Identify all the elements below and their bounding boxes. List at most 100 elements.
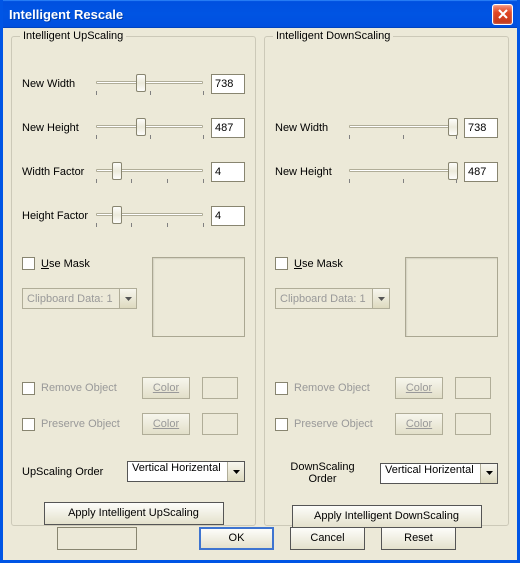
- apply-downscaling-button[interactable]: Apply Intelligent DownScaling: [292, 505, 482, 528]
- down-remove-color-button[interactable]: Color: [395, 377, 443, 399]
- upscaling-group: Intelligent UpScaling New Width New Heig…: [11, 36, 256, 526]
- titlebar: Intelligent Rescale: [3, 0, 517, 28]
- checkbox-icon[interactable]: [22, 257, 35, 270]
- down-new-height-label: New Height: [275, 166, 347, 178]
- up-order-label: UpScaling Order: [22, 466, 117, 478]
- combo-dropdown-button[interactable]: [480, 464, 497, 483]
- up-new-height-row: New Height: [22, 117, 245, 139]
- down-order-label: DownScalingOrder: [275, 461, 370, 485]
- slider-thumb[interactable]: [112, 162, 122, 180]
- up-new-width-slider[interactable]: [96, 73, 203, 95]
- down-remove-object-row: Remove Object Color: [275, 377, 498, 399]
- down-new-height-row: New Height: [275, 161, 498, 183]
- down-preserve-color-button[interactable]: Color: [395, 413, 443, 435]
- upscaling-legend: Intelligent UpScaling: [20, 30, 126, 42]
- panels: Intelligent UpScaling New Width New Heig…: [11, 36, 509, 526]
- up-preserve-object-check[interactable]: Preserve Object: [22, 418, 130, 431]
- checkbox-icon[interactable]: [22, 418, 35, 431]
- combo-dropdown-button[interactable]: [372, 289, 389, 308]
- up-new-width-label: New Width: [22, 78, 94, 90]
- up-height-factor-field[interactable]: [211, 206, 245, 226]
- up-new-width-row: New Width: [22, 73, 245, 95]
- up-order-value: Vertical Horizental: [128, 462, 227, 481]
- checkbox-icon[interactable]: [275, 418, 288, 431]
- down-remove-object-check[interactable]: Remove Object: [275, 382, 383, 395]
- up-mask-row: UUse Maskse Mask Clipboard Data: 1: [22, 257, 245, 337]
- reset-button[interactable]: Reset: [381, 527, 456, 550]
- up-preserve-object-row: Preserve Object Color: [22, 413, 245, 435]
- close-icon: [498, 9, 508, 19]
- down-new-width-label: New Width: [275, 122, 347, 134]
- down-preserve-object-row: Preserve Object Color: [275, 413, 498, 435]
- down-new-width-row: New Width: [275, 117, 498, 139]
- up-mask-preview: [152, 257, 245, 337]
- down-new-width-field[interactable]: [464, 118, 498, 138]
- dialog-body: Intelligent UpScaling New Width New Heig…: [3, 28, 517, 560]
- down-preserve-object-label: Preserve Object: [294, 418, 373, 430]
- up-remove-object-label: Remove Object: [41, 382, 117, 394]
- down-order-row: DownScalingOrder Vertical Horizental: [275, 461, 498, 485]
- apply-upscaling-button[interactable]: Apply Intelligent UpScaling: [44, 502, 224, 525]
- up-height-factor-slider[interactable]: [96, 205, 203, 227]
- chevron-down-icon: [378, 297, 385, 301]
- up-preserve-object-label: Preserve Object: [41, 418, 120, 430]
- down-mask-row: UUse Maskse Mask Clipboard Data: 1: [275, 257, 498, 337]
- checkbox-icon[interactable]: [275, 257, 288, 270]
- up-remove-object-check[interactable]: Remove Object: [22, 382, 130, 395]
- up-remove-color-swatch[interactable]: [202, 377, 238, 399]
- down-remove-object-label: Remove Object: [294, 382, 370, 394]
- cancel-button[interactable]: Cancel: [290, 527, 365, 550]
- downscaling-legend: Intelligent DownScaling: [273, 30, 393, 42]
- up-width-factor-label: Width Factor: [22, 166, 94, 178]
- down-remove-color-swatch[interactable]: [455, 377, 491, 399]
- slider-thumb[interactable]: [448, 118, 458, 136]
- chevron-down-icon: [486, 471, 493, 475]
- slider-thumb[interactable]: [136, 74, 146, 92]
- up-new-height-field[interactable]: [211, 118, 245, 138]
- down-preserve-object-check[interactable]: Preserve Object: [275, 418, 383, 431]
- ok-button[interactable]: OK: [199, 527, 274, 550]
- down-use-mask-check[interactable]: UUse Maskse Mask: [275, 257, 395, 270]
- chevron-down-icon: [125, 297, 132, 301]
- status-field: [57, 527, 137, 550]
- down-preserve-color-swatch[interactable]: [455, 413, 491, 435]
- close-button[interactable]: [492, 4, 513, 25]
- down-new-height-field[interactable]: [464, 162, 498, 182]
- down-order-combo[interactable]: Vertical Horizental: [380, 463, 498, 484]
- up-order-combo[interactable]: Vertical Horizental: [127, 461, 245, 482]
- down-order-value: Vertical Horizental: [381, 464, 480, 483]
- up-new-height-label: New Height: [22, 122, 94, 134]
- up-clipboard-combo[interactable]: Clipboard Data: 1: [22, 288, 137, 309]
- up-remove-color-button[interactable]: Color: [142, 377, 190, 399]
- up-clipboard-text: Clipboard Data: 1: [23, 293, 119, 305]
- dialog-window: Intelligent Rescale Intelligent UpScalin…: [0, 0, 520, 563]
- checkbox-icon[interactable]: [22, 382, 35, 395]
- down-new-height-slider[interactable]: [349, 161, 456, 183]
- combo-dropdown-button[interactable]: [119, 289, 136, 308]
- down-mask-preview: [405, 257, 498, 337]
- up-new-width-field[interactable]: [211, 74, 245, 94]
- slider-thumb[interactable]: [448, 162, 458, 180]
- up-width-factor-field[interactable]: [211, 162, 245, 182]
- up-preserve-color-swatch[interactable]: [202, 413, 238, 435]
- down-clipboard-text: Clipboard Data: 1: [276, 293, 372, 305]
- up-order-row: UpScaling Order Vertical Horizental: [22, 461, 245, 482]
- up-width-factor-slider[interactable]: [96, 161, 203, 183]
- down-clipboard-combo[interactable]: Clipboard Data: 1: [275, 288, 390, 309]
- chevron-down-icon: [233, 470, 240, 474]
- combo-dropdown-button[interactable]: [227, 462, 244, 481]
- down-new-width-slider[interactable]: [349, 117, 456, 139]
- checkbox-icon[interactable]: [275, 382, 288, 395]
- up-height-factor-label: Height Factor: [22, 210, 94, 222]
- up-remove-object-row: Remove Object Color: [22, 377, 245, 399]
- up-use-mask-check[interactable]: UUse Maskse Mask: [22, 257, 142, 270]
- window-title: Intelligent Rescale: [9, 7, 492, 22]
- slider-thumb[interactable]: [112, 206, 122, 224]
- slider-thumb[interactable]: [136, 118, 146, 136]
- up-height-factor-row: Height Factor: [22, 205, 245, 227]
- downscaling-group: Intelligent DownScaling New Width New He…: [264, 36, 509, 526]
- up-width-factor-row: Width Factor: [22, 161, 245, 183]
- footer-row: OK Cancel Reset: [11, 527, 509, 550]
- up-new-height-slider[interactable]: [96, 117, 203, 139]
- up-preserve-color-button[interactable]: Color: [142, 413, 190, 435]
